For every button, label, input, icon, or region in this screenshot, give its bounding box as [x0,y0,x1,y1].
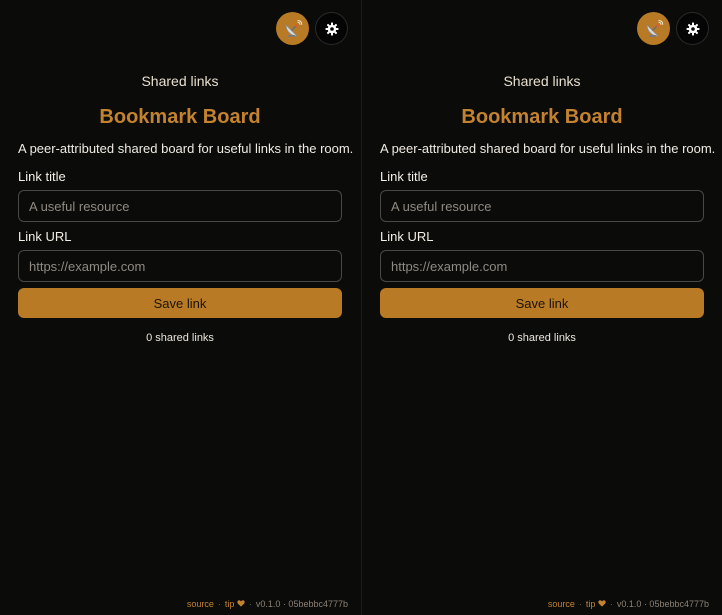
source-link[interactable]: source [187,599,214,609]
save-link-button[interactable]: Save link [18,288,342,318]
link-url-label: Link URL [380,229,434,244]
link-url-input[interactable] [380,250,704,282]
link-url-input[interactable] [18,250,342,282]
heart-icon [237,600,245,607]
link-title-label: Link title [380,169,428,184]
pane-right: Shared links Bookmark Board A peer-attri… [361,0,722,615]
tip-link[interactable]: tip [225,599,245,609]
source-link[interactable]: source [548,599,575,609]
tip-label: tip [585,599,596,609]
shared-links-count: 0 shared links [146,332,214,344]
bookmark-form-panel: Shared links Bookmark Board A peer-attri… [380,72,716,345]
save-link-button[interactable]: Save link [380,288,704,318]
peer-button[interactable] [276,12,309,45]
pane-left: Shared links Bookmark Board A peer-attri… [0,0,361,615]
footer-separator: · [248,599,252,609]
tip-link[interactable]: tip [586,599,606,609]
heart-icon [598,600,606,607]
page-subtitle: A peer-attributed shared board for usefu… [380,141,716,156]
satellite-dish-icon [285,19,302,37]
link-title-input[interactable] [380,190,704,222]
version-text: v0.1.0 · 05bebbc4777b [616,599,709,609]
footer-separator: · [609,599,613,609]
split-screen: Shared links Bookmark Board A peer-attri… [0,0,722,615]
footer: source · tip · v0.1.0 · 05bebbc4777b [548,599,709,609]
footer-separator: · [578,599,582,609]
link-url-label: Link URL [18,229,72,244]
page-title: Bookmark Board [99,106,261,128]
section-kicker: Shared links [141,73,219,89]
gear-icon [686,22,699,35]
top-bar [276,12,348,45]
link-title-label: Link title [18,169,66,184]
page-subtitle: A peer-attributed shared board for usefu… [18,141,354,156]
version-text: v0.1.0 · 05bebbc4777b [255,599,348,609]
tip-label: tip [224,599,235,609]
settings-button[interactable] [315,12,348,45]
top-bar [637,12,709,45]
link-title-input[interactable] [18,190,342,222]
peer-button[interactable] [637,12,670,45]
footer: source · tip · v0.1.0 · 05bebbc4777b [187,599,348,609]
settings-button[interactable] [676,12,709,45]
bookmark-form-panel: Shared links Bookmark Board A peer-attri… [18,72,354,345]
gear-icon [325,22,338,35]
page-title: Bookmark Board [461,106,623,128]
section-kicker: Shared links [503,73,581,89]
satellite-dish-icon [646,19,663,37]
shared-links-count: 0 shared links [508,332,576,344]
footer-separator: · [217,599,221,609]
